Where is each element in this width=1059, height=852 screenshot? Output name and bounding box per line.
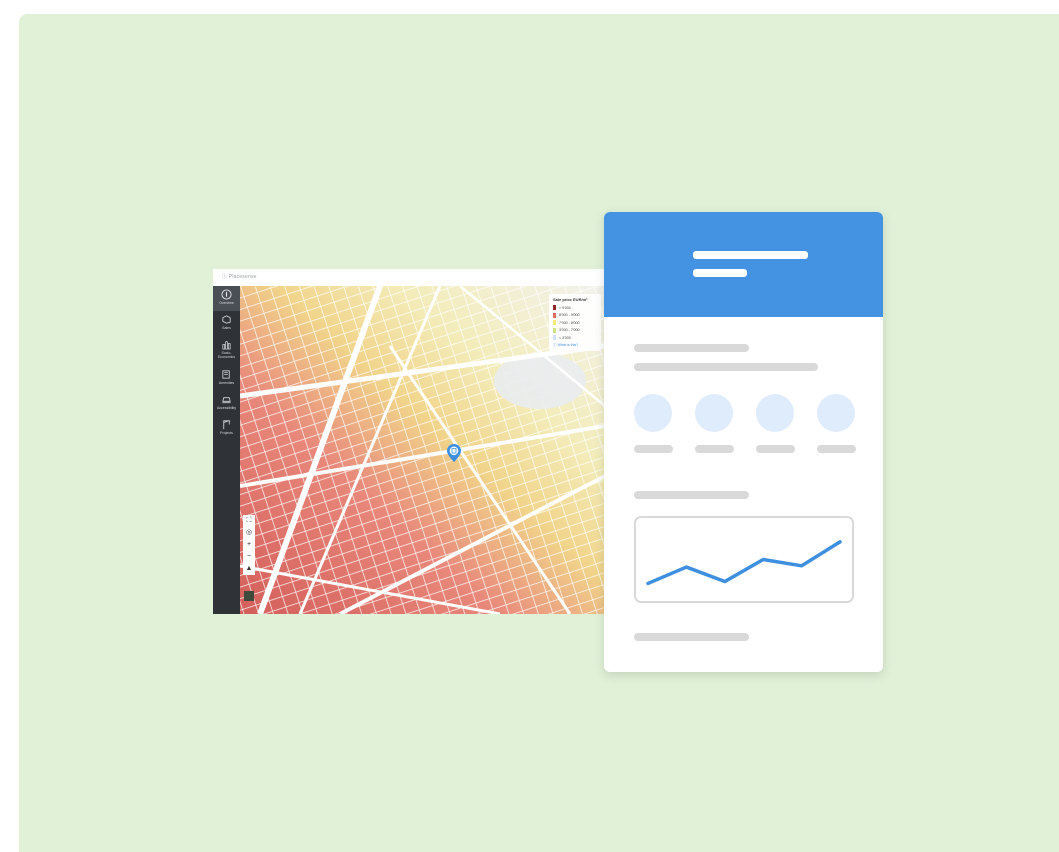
sidebar-item-overview[interactable]: Overview — [213, 286, 240, 311]
legend-item: > 9'000 — [553, 304, 597, 312]
sidebar-item-sales[interactable]: Sales — [213, 311, 240, 336]
text-placeholder-1 — [634, 344, 749, 352]
sidebar-item-label: Projects — [220, 431, 233, 435]
crane-icon — [223, 420, 231, 430]
legend-item: 3'000 - 7'000 — [553, 327, 597, 335]
chart-icon — [222, 341, 231, 350]
stat-circle-1[interactable] — [634, 394, 672, 432]
card-header — [604, 212, 883, 317]
legend-swatch — [553, 335, 556, 341]
legend-swatch — [553, 312, 556, 318]
legend-swatch — [553, 305, 556, 311]
stat-label-placeholder-1 — [634, 445, 673, 453]
legend-label: 8'000 - 9'000 — [559, 313, 580, 318]
legend-title: Sale price EUR/m² — [553, 297, 588, 302]
chart-plot — [646, 540, 842, 586]
sidebar-item-socio-economics[interactable]: Socio- Economics — [213, 336, 240, 366]
info-icon — [221, 289, 232, 300]
sidebar-item-label: Overview — [219, 301, 234, 305]
section-title-placeholder — [634, 491, 749, 499]
footer-text-placeholder — [634, 633, 749, 641]
sidebar-item-label: Socio- Economics — [217, 351, 236, 359]
sidebar-item-projects[interactable]: Projects — [213, 416, 240, 441]
sidebar-item-amenities[interactable]: Amenities — [213, 366, 240, 391]
car-icon — [222, 397, 231, 404]
info-card — [604, 212, 883, 672]
location-pin-icon[interactable] — [447, 444, 461, 462]
header-title-placeholder — [693, 251, 808, 259]
legend-label: 7'000 - 8'000 — [559, 320, 580, 325]
city-map[interactable]: Sale price EUR/m² > 9'000 8'000 - 9'000 7'… — [240, 286, 605, 614]
fullscreen-button[interactable]: ⛶ — [243, 515, 255, 527]
app-topbar: ⓘ Placesense — [213, 269, 605, 287]
chart-series-line — [646, 540, 842, 586]
sidebar-item-label: Amenities — [218, 381, 235, 385]
app-logo: ⓘ Placesense — [222, 274, 257, 280]
legend-item: < 3'000 — [553, 334, 597, 342]
sidebar-item-label: Sales — [222, 326, 231, 330]
stat-circle-3[interactable] — [756, 394, 794, 432]
map-controls: ⛶ ◎ + − ▲ — [243, 515, 255, 575]
locate-button[interactable]: ◎ — [243, 527, 255, 539]
stat-label-placeholder-4 — [817, 445, 856, 453]
legend-swatch — [553, 320, 556, 326]
map-icon — [222, 315, 231, 324]
sidebar-item-label: Accessibility — [216, 406, 237, 410]
legend-label: < 3'000 — [559, 335, 571, 340]
map-legend: Sale price EUR/m² > 9'000 8'000 - 9'000 7'… — [549, 294, 601, 351]
background-panel: ⓘ Placesense Overview Sales Socio- Econo… — [19, 14, 1059, 852]
zoom-in-button[interactable]: + — [243, 539, 255, 551]
header-subtitle-placeholder — [693, 269, 747, 277]
legend-item: 7'000 - 8'000 — [553, 319, 597, 327]
map-app-window: ⓘ Placesense Overview Sales Socio- Econo… — [213, 269, 605, 614]
legend-item: 8'000 - 9'000 — [553, 312, 597, 320]
text-placeholder-2 — [634, 363, 818, 371]
sidebar-item-accessibility[interactable]: Accessibility — [213, 391, 240, 416]
legend-swatch — [553, 327, 556, 333]
stat-label-placeholder-2 — [695, 445, 734, 453]
amenities-icon — [222, 370, 230, 379]
stat-circle-4[interactable] — [817, 394, 855, 432]
app-sidebar: Overview Sales Socio- Economics Amenitie… — [213, 286, 240, 614]
stat-label-placeholder-3 — [756, 445, 795, 453]
legend-label: > 9'000 — [559, 305, 571, 310]
basemap-switcher[interactable] — [244, 591, 254, 601]
zoom-out-button[interactable]: − — [243, 551, 255, 563]
stat-circle-2[interactable] — [695, 394, 733, 432]
legend-label: 3'000 - 7'000 — [559, 328, 580, 333]
compass-button[interactable]: ▲ — [243, 563, 255, 575]
line-chart — [634, 516, 854, 603]
legend-help-link[interactable]: ⓘ What is this? — [553, 343, 597, 348]
